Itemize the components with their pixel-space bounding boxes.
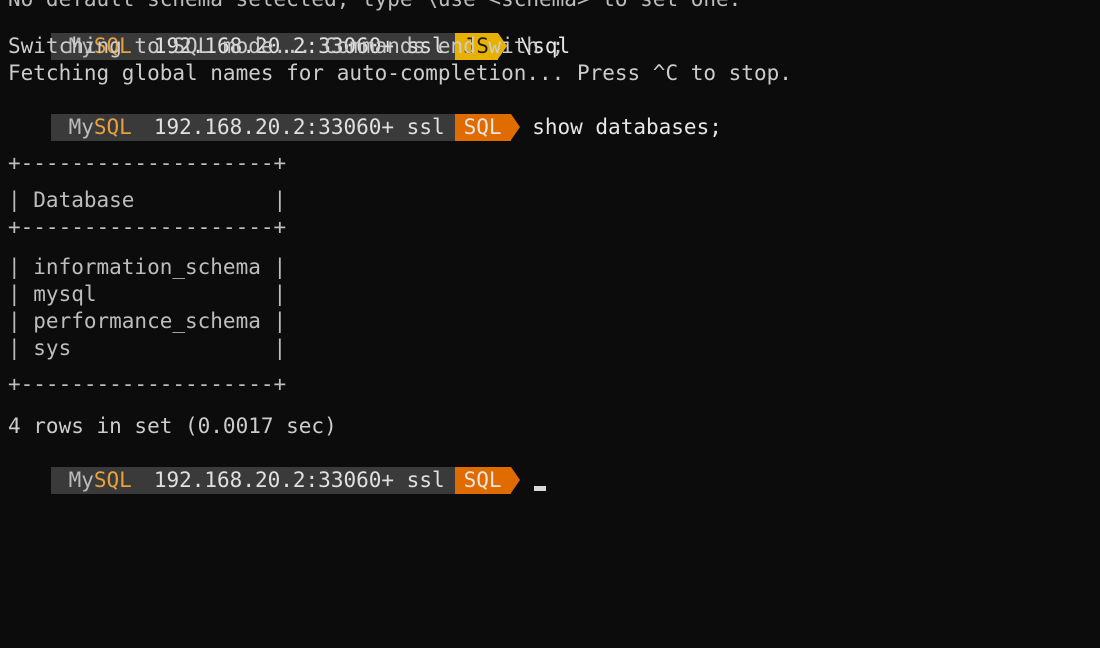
- table-header-row: | Database |: [8, 188, 287, 212]
- table-border-top: +--------------------+: [8, 151, 287, 175]
- table-border-mid: +--------------------+: [8, 215, 287, 239]
- table-row: | performance_schema |: [8, 309, 287, 333]
- prompt-brand: MySQL: [50, 114, 150, 141]
- prompt-host: 192.168.20.2:33060+ ssl: [149, 467, 455, 494]
- prompt-host: 192.168.20.2:33060+ ssl: [149, 114, 455, 141]
- table-border-bottom: +--------------------+: [8, 372, 287, 396]
- prompt-line-1: MySQL 192.168.20.2:33060+ ssl JS \sql: [8, 6, 570, 60]
- text-cursor[interactable]: [533, 486, 546, 491]
- prompt-line-2: MySQL 192.168.20.2:33060+ ssl SQL show dat…: [8, 87, 722, 141]
- table-row: | information_schema |: [8, 255, 287, 279]
- terminal-window[interactable]: No default schema selected; type \use <s…: [0, 0, 1100, 494]
- output-line-switching: Switching to SQL mode... Commands end wi…: [8, 34, 565, 58]
- prompt-brand: MySQL: [50, 467, 150, 494]
- mode-badge-sql: SQL: [454, 114, 511, 141]
- output-line-fetching: Fetching global names for auto-completio…: [8, 61, 792, 85]
- mode-badge-sql: SQL: [454, 467, 511, 494]
- table-row: | sys |: [8, 336, 287, 360]
- command-text-2: show databases;: [532, 115, 722, 139]
- output-line-summary: 4 rows in set (0.0017 sec): [8, 414, 337, 438]
- table-row: | mysql |: [8, 282, 287, 306]
- mode-arrow-sql-icon: [510, 467, 520, 493]
- mode-arrow-sql-icon: [510, 114, 520, 140]
- prompt-line-3[interactable]: MySQL 192.168.20.2:33060+ ssl SQL: [8, 440, 546, 494]
